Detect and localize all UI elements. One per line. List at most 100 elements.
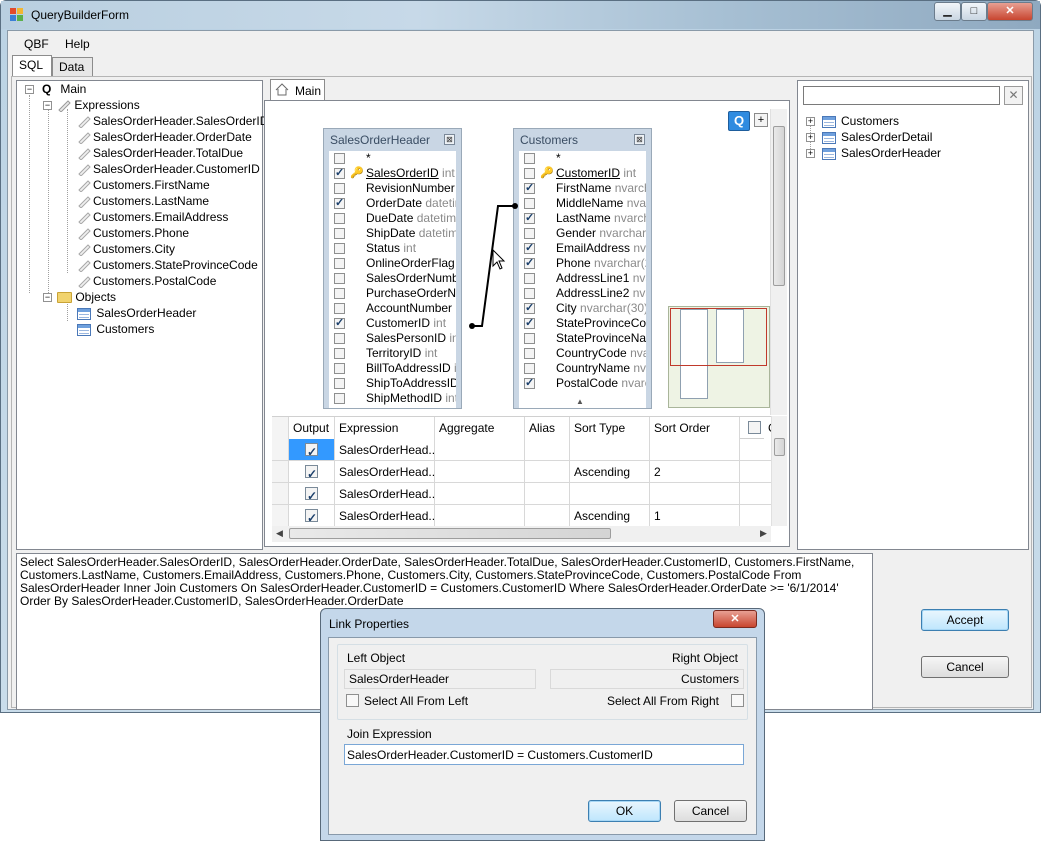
field-row[interactable]: CountryCode nvarchar bbox=[519, 346, 646, 361]
field-checkbox[interactable] bbox=[524, 168, 535, 179]
field-checkbox[interactable] bbox=[524, 181, 535, 196]
cell-expression[interactable]: SalesOrderHead... bbox=[335, 483, 435, 505]
field-checkbox[interactable] bbox=[334, 273, 345, 284]
criteria-grid[interactable]: Output Expression Aggregate Alias Sort T… bbox=[272, 416, 771, 526]
field-checkbox[interactable] bbox=[334, 288, 345, 299]
field-row[interactable]: LastName nvarchar bbox=[519, 211, 646, 226]
field-checkbox[interactable] bbox=[334, 363, 345, 374]
select-all-left-checkbox[interactable] bbox=[346, 694, 359, 707]
maximize-button[interactable]: □ bbox=[961, 2, 987, 21]
field-checkbox[interactable] bbox=[334, 166, 345, 181]
field-checkbox[interactable] bbox=[334, 183, 345, 194]
tree-expression-item[interactable]: Customers.EmailAddress bbox=[77, 209, 228, 225]
cell-output[interactable] bbox=[289, 483, 335, 505]
output-checkbox[interactable] bbox=[305, 485, 318, 504]
cell-sort-type[interactable] bbox=[570, 439, 650, 461]
field-row[interactable]: AddressLine1 nvarchar bbox=[519, 271, 646, 286]
output-checkbox[interactable] bbox=[305, 507, 318, 526]
grid-vertical-scrollbar[interactable] bbox=[771, 416, 787, 526]
diagram-vertical-scrollbar[interactable] bbox=[770, 109, 787, 415]
field-checkbox[interactable] bbox=[334, 228, 345, 239]
object-search-input[interactable] bbox=[803, 86, 1000, 105]
cell-group-by[interactable] bbox=[740, 461, 771, 483]
cell-expression[interactable]: SalesOrderHead... bbox=[335, 461, 435, 483]
field-row[interactable]: 🔑 CustomerID int bbox=[519, 166, 646, 181]
add-object-button[interactable]: + bbox=[754, 113, 768, 127]
cell-alias[interactable] bbox=[525, 505, 570, 526]
close-table-icon[interactable]: ⊠ bbox=[634, 134, 645, 145]
expand-icon[interactable]: + bbox=[806, 149, 815, 158]
tree-expressions-node[interactable]: Expressions bbox=[57, 97, 140, 113]
field-row[interactable]: EmailAddress nvarchar bbox=[519, 241, 646, 256]
field-row[interactable]: Phone nvarchar(25) bbox=[519, 256, 646, 271]
grid-row-header[interactable] bbox=[272, 439, 289, 461]
cell-alias[interactable] bbox=[525, 483, 570, 505]
close-table-icon[interactable]: ⊠ bbox=[444, 134, 455, 145]
design-tab-main[interactable]: Main bbox=[270, 79, 325, 101]
grid-row-header[interactable] bbox=[272, 461, 289, 483]
field-checkbox[interactable] bbox=[334, 378, 345, 389]
field-row[interactable]: DueDate datetime bbox=[329, 211, 456, 226]
cell-alias[interactable] bbox=[525, 461, 570, 483]
cell-output[interactable] bbox=[289, 505, 335, 526]
tree-expression-item[interactable]: Customers.City bbox=[77, 241, 175, 257]
minimize-button[interactable]: ▁ bbox=[934, 2, 961, 21]
tab-sql[interactable]: SQL bbox=[12, 55, 52, 76]
field-row[interactable]: AddressLine2 nvarchar bbox=[519, 286, 646, 301]
table-box-customers[interactable]: Customers ⊠ * 🔑CustomerID intFirstName n… bbox=[513, 128, 652, 409]
tree-expression-item[interactable]: Customers.FirstName bbox=[77, 177, 210, 193]
field-checkbox[interactable] bbox=[334, 243, 345, 254]
field-row[interactable]: RevisionNumber int bbox=[329, 181, 456, 196]
scroll-right-arrow-icon[interactable]: ▶ bbox=[760, 528, 767, 539]
field-row[interactable]: Gender nvarchar(1) bbox=[519, 226, 646, 241]
field-row[interactable]: OrderDate datetime bbox=[329, 196, 456, 211]
field-row[interactable]: * bbox=[519, 151, 646, 166]
scroll-thumb[interactable] bbox=[773, 126, 785, 286]
clear-search-button[interactable]: ✕ bbox=[1004, 86, 1023, 105]
cell-sort-order[interactable] bbox=[650, 483, 740, 505]
column-header-sort-type[interactable]: Sort Type bbox=[570, 417, 650, 439]
tree-expression-item[interactable]: Customers.StateProvinceCode bbox=[77, 257, 258, 273]
field-checkbox[interactable] bbox=[334, 316, 345, 331]
field-checkbox[interactable] bbox=[334, 196, 345, 211]
field-row[interactable]: 🔑SalesOrderID int bbox=[329, 166, 456, 181]
menu-help[interactable]: Help bbox=[59, 35, 96, 53]
dialog-close-button[interactable]: ✕ bbox=[713, 610, 757, 628]
accept-button[interactable]: Accept bbox=[921, 609, 1009, 631]
cancel-button[interactable]: Cancel bbox=[921, 656, 1009, 678]
collapse-icon[interactable]: − bbox=[43, 293, 52, 302]
field-row[interactable]: City nvarchar(30) bbox=[519, 301, 646, 316]
cell-output[interactable] bbox=[289, 461, 335, 483]
cell-group-by[interactable] bbox=[740, 483, 771, 505]
scroll-down-arrow-icon[interactable]: ▲ bbox=[576, 397, 584, 406]
field-row[interactable]: ShipDate datetime bbox=[329, 226, 456, 241]
field-row[interactable]: TerritoryID int bbox=[329, 346, 456, 361]
cell-sort-order[interactable]: 1 bbox=[650, 505, 740, 526]
cell-sort-order[interactable] bbox=[650, 439, 740, 461]
group-by-checkbox[interactable] bbox=[748, 421, 761, 434]
close-button[interactable]: ✕ bbox=[987, 2, 1033, 21]
tab-data[interactable]: Data bbox=[52, 57, 93, 76]
field-checkbox[interactable] bbox=[334, 333, 345, 344]
select-all-left-label[interactable]: Select All From Left bbox=[364, 694, 468, 708]
join-link-line[interactable] bbox=[467, 199, 527, 359]
cell-sort-type[interactable]: Ascending bbox=[570, 505, 650, 526]
field-checkbox[interactable] bbox=[334, 303, 345, 314]
field-row[interactable]: AccountNumber nvarchar bbox=[329, 301, 456, 316]
field-checkbox[interactable] bbox=[524, 153, 535, 164]
cell-sort-type[interactable]: Ascending bbox=[570, 461, 650, 483]
cell-expression[interactable]: SalesOrderHead... bbox=[335, 439, 435, 461]
dialog-cancel-button[interactable]: Cancel bbox=[674, 800, 747, 822]
ok-button[interactable]: OK bbox=[588, 800, 661, 822]
cell-alias[interactable] bbox=[525, 439, 570, 461]
output-checkbox[interactable] bbox=[305, 441, 318, 460]
cell-output[interactable] bbox=[289, 439, 335, 461]
field-checkbox[interactable] bbox=[334, 393, 345, 404]
cell-sort-type[interactable] bbox=[570, 483, 650, 505]
column-header-g[interactable]: G bbox=[764, 417, 771, 439]
diagram-canvas[interactable]: Q + SalesOrderHeader ⊠ * 🔑SalesOrderID i… bbox=[272, 109, 770, 409]
cell-group-by[interactable] bbox=[740, 505, 771, 526]
field-row[interactable]: FirstName nvarchar bbox=[519, 181, 646, 196]
object-item[interactable]: SalesOrderHeader bbox=[822, 145, 941, 161]
grid-horizontal-scrollbar[interactable]: ◀ ▶ bbox=[272, 526, 771, 542]
